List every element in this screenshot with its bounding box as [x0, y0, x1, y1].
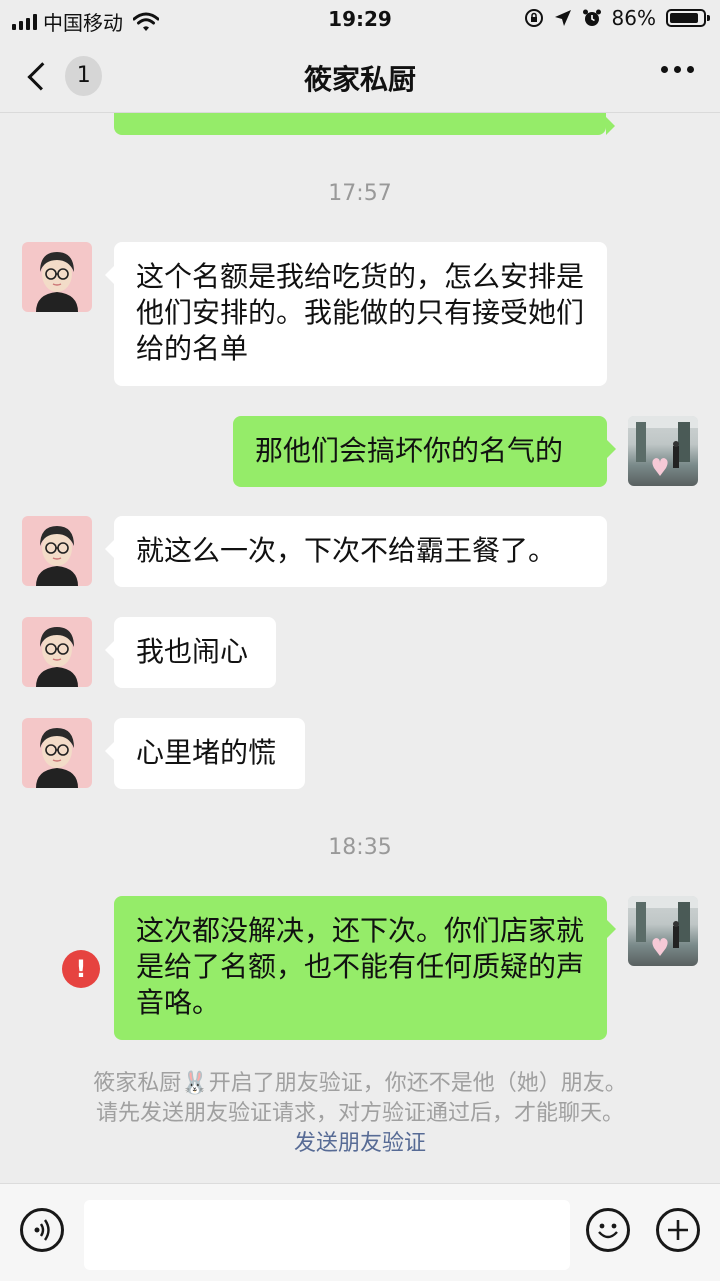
- contact-avatar[interactable]: [22, 718, 92, 788]
- system-notice-line2: 请先发送朋友验证请求，对方验证通过后，才能聊天。: [95, 1101, 624, 1126]
- message-bubble-outgoing[interactable]: 那他们会搞坏你的名气的: [233, 416, 616, 487]
- location-icon: [554, 10, 571, 26]
- system-notice: 筱家私厨🐰开启了朋友验证，你还不是他（她）朋友。 请先发送朋友验证请求，对方验证…: [40, 1069, 680, 1159]
- timestamp: 17:57: [328, 181, 392, 206]
- plus-icon: [668, 1220, 688, 1240]
- alarm-icon: [582, 9, 601, 26]
- my-avatar[interactable]: [628, 896, 698, 966]
- message-bubble-incoming[interactable]: 我也闹心: [105, 617, 276, 688]
- battery-icon: [666, 9, 710, 27]
- send-friend-verification-link[interactable]: 发送朋友验证: [40, 1129, 680, 1159]
- status-bar: 中国移动 19:29 86%: [0, 0, 720, 40]
- timestamp: 18:35: [328, 835, 392, 860]
- chat-header: 1 筱家私厨: [0, 40, 720, 113]
- message-bubble-outgoing[interactable]: 这次都没解决，还下次。你们店家就是给了名额，也不能有任何质疑的声音咯。: [114, 896, 616, 1040]
- emoji-icon: [598, 1223, 618, 1239]
- input-bar: [0, 1183, 720, 1281]
- chat-title: 筱家私厨: [303, 63, 416, 96]
- message-bubble-incoming[interactable]: 就这么一次，下次不给霸王餐了。: [105, 516, 607, 587]
- emoji-button[interactable]: [586, 1208, 630, 1252]
- my-avatar[interactable]: [628, 416, 698, 486]
- voice-button[interactable]: [20, 1208, 64, 1252]
- message-list[interactable]: 17:57 这个名额是我给吃货的，怎么安排是他们安排的。我能做的只有接受她们给的…: [0, 113, 720, 1183]
- system-notice-line1: 筱家私厨🐰开启了朋友验证，你还不是他（她）朋友。: [93, 1071, 627, 1096]
- contact-avatar[interactable]: [22, 242, 92, 312]
- plus-button[interactable]: [656, 1208, 700, 1252]
- battery-percent: 86%: [611, 6, 656, 30]
- status-right: 86%: [524, 6, 710, 30]
- message-input[interactable]: [84, 1200, 570, 1270]
- message-bubble-incoming[interactable]: 心里堵的慌: [105, 718, 305, 789]
- voice-icon: [34, 1219, 50, 1241]
- send-failed-icon[interactable]: !: [62, 950, 100, 988]
- contact-avatar[interactable]: [22, 516, 92, 586]
- previous-message-bubble[interactable]: [114, 113, 615, 135]
- contact-avatar[interactable]: [22, 617, 92, 687]
- more-icon[interactable]: [661, 66, 694, 73]
- message-bubble-incoming[interactable]: 这个名额是我给吃货的，怎么安排是他们安排的。我能做的只有接受她们给的名单: [105, 242, 607, 386]
- battery-fill: [670, 13, 698, 23]
- lock-rotation-icon: [524, 9, 543, 27]
